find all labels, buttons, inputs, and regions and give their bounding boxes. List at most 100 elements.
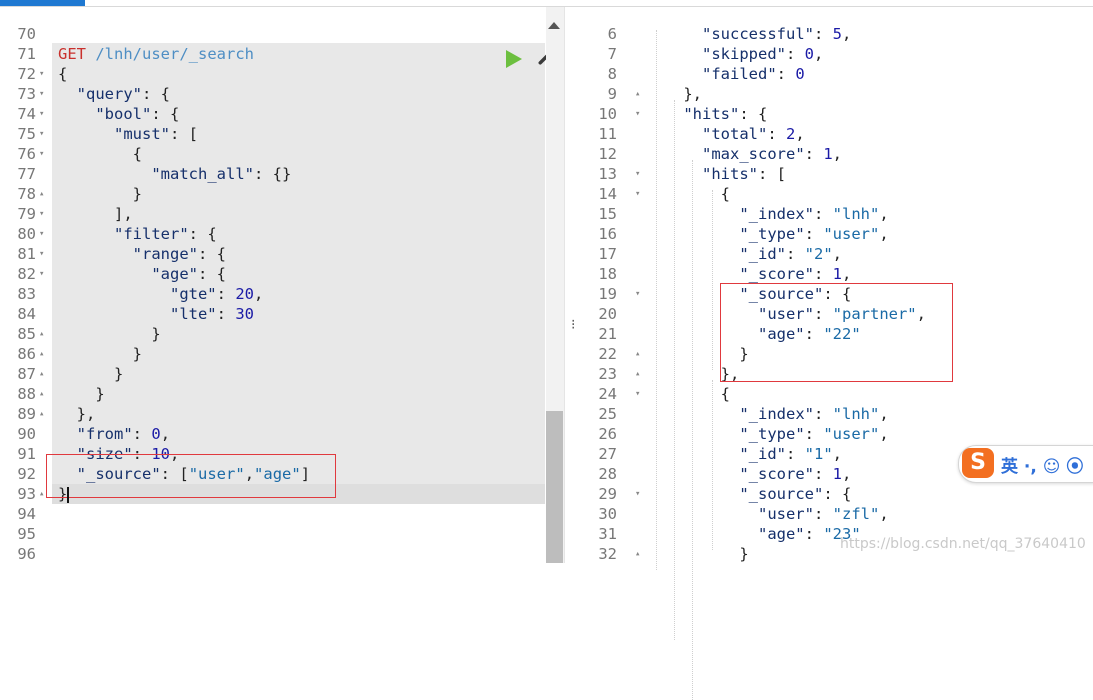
line-number: 30 [598,505,617,523]
response-line[interactable]: "_score": 1, [646,264,851,284]
code-line[interactable]: "gte": 20, [58,284,263,304]
line-number: 21 [598,325,617,343]
fold-toggle-icon[interactable]: ▴ [39,184,44,204]
code-line[interactable]: GET /lnh/user/_search [58,44,254,64]
fold-toggle-icon[interactable]: ▾ [39,124,44,144]
fold-toggle-icon[interactable]: ▾ [39,264,44,284]
response-line[interactable]: "_id": "1", [646,444,842,464]
active-tab-indicator[interactable] [0,0,85,6]
response-line[interactable]: "_type": "user", [646,224,888,244]
code-line[interactable]: "from": 0, [58,424,170,444]
line-number: 96 [17,545,36,563]
code-line[interactable]: "bool": { [58,104,179,124]
response-line[interactable]: "hits": { [646,104,767,124]
line-number: 11 [598,125,617,143]
code-line[interactable]: "match_all": {} [58,164,291,184]
response-line[interactable]: { [646,184,730,204]
line-number: 15 [598,205,617,223]
line-number: 17 [598,245,617,263]
fold-toggle-icon[interactable]: ▾ [635,164,640,184]
response-line[interactable]: "_index": "lnh", [646,204,888,224]
response-line[interactable]: } [646,544,748,564]
response-line[interactable]: "hits": [ [646,164,786,184]
line-number: 6 [607,25,617,43]
fold-toggle-icon[interactable]: ▾ [39,84,44,104]
scroll-up-arrow-icon[interactable] [548,22,560,29]
fold-toggle-icon[interactable]: ▴ [39,404,44,424]
request-scrollbar-thumb[interactable] [546,411,563,563]
response-line[interactable]: "max_score": 1, [646,144,842,164]
fold-toggle-icon[interactable]: ▴ [39,324,44,344]
line-number: 93 [17,485,36,503]
ime-status[interactable]: 英 ·, ☺ ⦿ [1001,452,1083,477]
response-line[interactable]: { [646,384,730,404]
code-line[interactable]: }, [58,404,96,424]
fold-toggle-icon[interactable]: ▾ [635,104,640,124]
response-line[interactable]: "total": 2, [646,124,805,144]
code-line[interactable]: "age": { [58,264,226,284]
response-line[interactable]: "_index": "lnh", [646,404,888,424]
line-number: 20 [598,305,617,323]
line-number: 75 [17,125,36,143]
code-line[interactable]: } [58,344,142,364]
response-line[interactable]: "user": "zfl", [646,504,889,524]
fold-toggle-icon[interactable]: ▾ [39,244,44,264]
response-line[interactable]: "successful": 5, [646,24,851,44]
response-gutter: 6 7 8 9 ▴ 10 ▾ 11 12 13 ▾ 14 ▾ 15 16 17 18 19 ▾ 20 21 22 ▴ 23 ▴ 2… [586,7,646,563]
code-line[interactable]: "range": { [58,244,226,264]
line-number: 71 [17,45,36,63]
response-line[interactable]: "skipped": 0, [646,44,823,64]
code-line[interactable]: { [58,64,67,84]
fold-toggle-icon[interactable]: ▾ [635,384,640,404]
fold-toggle-icon[interactable]: ▾ [39,224,44,244]
source-highlight-box [46,454,336,498]
fold-toggle-icon[interactable]: ▾ [635,284,640,304]
line-number: 90 [17,425,36,443]
fold-toggle-icon[interactable]: ▴ [635,344,640,364]
code-line[interactable]: "query": { [58,84,170,104]
response-line[interactable]: "_id": "2", [646,244,842,264]
fold-toggle-icon[interactable]: ▴ [39,364,44,384]
fold-toggle-icon[interactable]: ▴ [39,384,44,404]
code-line[interactable]: } [58,324,160,344]
fold-toggle-icon[interactable]: ▾ [39,144,44,164]
play-icon[interactable] [506,50,522,68]
line-number: 31 [598,525,617,543]
line-number: 83 [17,285,36,303]
line-number: 18 [598,265,617,283]
fold-toggle-icon[interactable]: ▴ [39,344,44,364]
text-cursor [67,487,69,503]
ime-logo-icon[interactable]: S [962,448,994,478]
code-line[interactable]: "must": [ [58,124,198,144]
code-line[interactable]: "filter": { [58,224,217,244]
fold-toggle-icon[interactable]: ▾ [635,484,640,504]
request-path: /lnh/user/_search [95,45,254,63]
line-number: 13 [598,165,617,183]
fold-toggle-icon[interactable]: ▴ [635,84,640,104]
fold-toggle-icon[interactable]: ▾ [635,184,640,204]
fold-toggle-icon[interactable]: ▴ [39,484,44,504]
fold-toggle-icon[interactable]: ▾ [39,204,44,224]
code-line[interactable]: { [58,144,142,164]
code-line[interactable]: } [58,364,123,384]
fold-toggle-icon[interactable]: ▴ [635,544,640,564]
line-number: 73 [17,85,36,103]
line-number: 27 [598,445,617,463]
code-line[interactable]: } [58,384,104,404]
code-line[interactable]: "lte": 30 [58,304,254,324]
line-number: 72 [17,65,36,83]
fold-toggle-icon[interactable]: ▴ [635,364,640,384]
code-line[interactable]: } [58,184,142,204]
response-line[interactable]: "_score": 1, [646,464,851,484]
response-line[interactable]: "_source": { [646,484,851,504]
line-number: 85 [17,325,36,343]
response-line[interactable]: "failed": 0 [646,64,805,84]
top-bar [0,0,1093,7]
response-line[interactable]: "_type": "user", [646,424,888,444]
fold-toggle-icon[interactable]: ▾ [39,104,44,124]
indent-guide [674,100,675,640]
response-line[interactable]: "age": "23" [646,524,861,544]
fold-toggle-icon[interactable]: ▾ [39,64,44,84]
line-number: 89 [17,405,36,423]
code-line[interactable]: ], [58,204,133,224]
